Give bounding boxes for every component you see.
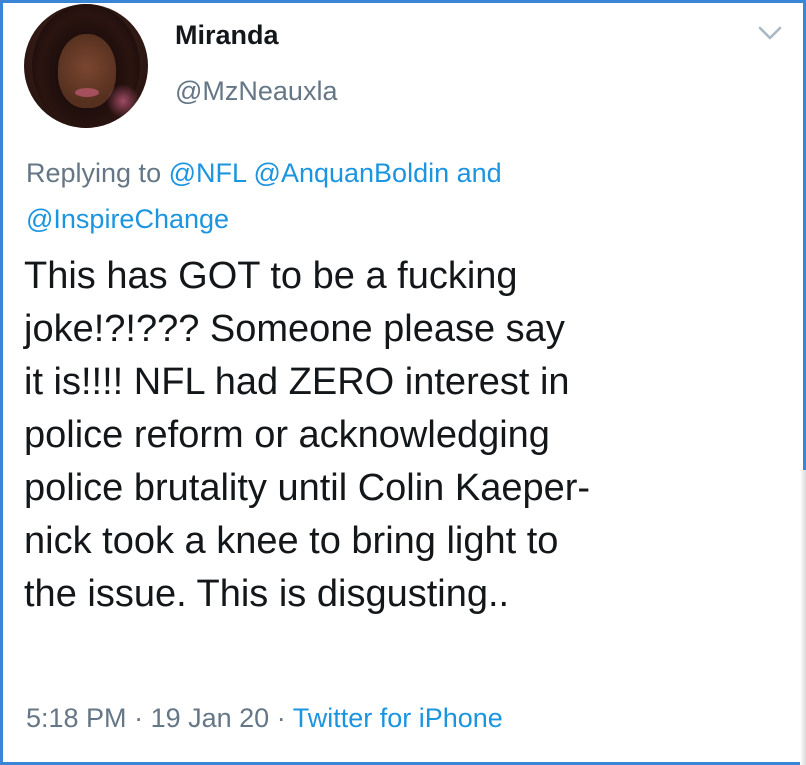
tweet-line: nick took a knee to bring light to: [24, 520, 559, 562]
avatar-lips: [75, 88, 99, 97]
tweet-line: joke!?!??? Someone please say: [24, 308, 565, 350]
tweet-line: it is!!!! NFL had ZERO interest in: [24, 361, 570, 403]
meta-separator: ·: [134, 703, 144, 733]
tweet-line: This has GOT to be a fucking: [24, 255, 518, 297]
user-handle[interactable]: @MzNeauxla: [175, 76, 337, 107]
mention-anquanboldin[interactable]: @AnquanBoldin: [254, 158, 450, 188]
display-name[interactable]: Miranda: [175, 20, 279, 51]
replying-to-label: Replying to: [26, 158, 162, 188]
tweet-line: police reform or acknowledging: [24, 414, 550, 456]
chevron-down-icon[interactable]: [757, 24, 783, 42]
replying-to: Replying to @NFL @AnquanBoldin and @Insp…: [26, 150, 676, 242]
mention-inspirechange[interactable]: @InspireChange: [26, 204, 229, 234]
meta-separator: ·: [276, 703, 286, 733]
mention-nfl[interactable]: @NFL: [169, 158, 246, 188]
scroll-edge-shadow: [800, 470, 806, 765]
avatar[interactable]: [24, 4, 148, 128]
avatar-glow: [106, 84, 140, 118]
tweet-line: the issue. This is disgusting..: [24, 573, 510, 615]
tweet-text: This has GOT to be a fucking joke!?!??? …: [24, 250, 784, 621]
tweet-source[interactable]: Twitter for iPhone: [293, 703, 503, 733]
tweet-date[interactable]: 19 Jan 20: [151, 703, 270, 733]
tweet-line: police brutality until Colin Kaeper-: [24, 467, 591, 509]
tweet-metadata: 5:18 PM · 19 Jan 20 · Twitter for iPhone: [26, 703, 503, 734]
tweet-time[interactable]: 5:18 PM: [26, 703, 127, 733]
mention-conjunction[interactable]: and: [457, 158, 502, 188]
